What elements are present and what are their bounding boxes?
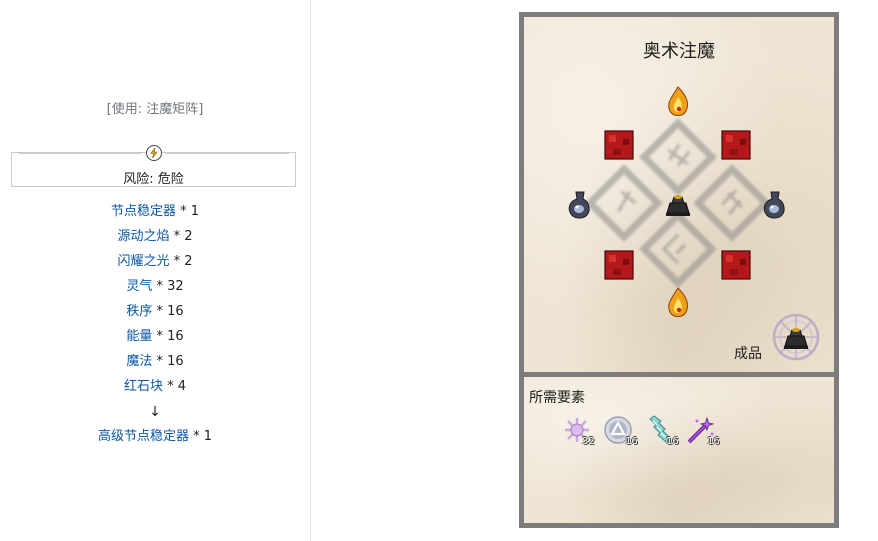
redstone-block-icon — [604, 130, 634, 160]
infusion-panel: 奥术注魔 成品 所需要素 32 16 16 16 — [519, 12, 839, 528]
ingredient-link[interactable]: 灵气 — [126, 279, 152, 294]
ingredient-qty: * 4 — [167, 379, 187, 394]
lightning-icon — [146, 145, 162, 161]
node-stabilizer-icon — [666, 195, 690, 216]
ingredient-qty: * 16 — [156, 304, 184, 319]
ingredient-link[interactable]: 秩序 — [126, 304, 152, 319]
ingredient-link[interactable]: 能量 — [126, 329, 152, 344]
aspect-count: 32 — [582, 436, 595, 447]
aspect-count: 16 — [707, 436, 720, 447]
list-item: 灵气 * 32 — [0, 277, 310, 302]
primordial-flame-icon — [668, 86, 689, 116]
column-divider — [310, 0, 311, 541]
aspects-board: 所需要素 32 16 16 16 — [524, 377, 834, 523]
list-item: 红石块 * 4 — [0, 377, 310, 402]
ingredient-list: 节点稳定器 * 1 源动之焰 * 2 闪耀之光 * 2 灵气 * 32 秩序 *… — [0, 202, 310, 452]
output-link[interactable]: 高级节点稳定器 — [98, 429, 189, 444]
ingredient-qty: * 2 — [173, 254, 193, 269]
redstone-block-icon — [604, 250, 634, 280]
recipe-board: 奥术注魔 成品 — [524, 17, 834, 372]
list-item: 源动之焰 * 2 — [0, 227, 310, 252]
rune-tile — [693, 164, 771, 242]
magic-aspect-icon[interactable]: 16 — [685, 415, 720, 447]
glowing-light-icon — [568, 191, 590, 219]
ingredient-link[interactable]: 魔法 — [126, 354, 152, 369]
divider — [165, 153, 289, 154]
usage-label: [使用: 注魔矩阵] — [106, 102, 204, 117]
risk-box: 风险: 危险 — [11, 145, 296, 187]
infusion-layout — [568, 86, 820, 361]
glowing-light-icon — [763, 191, 785, 219]
list-item: 魔法 * 16 — [0, 352, 310, 377]
output-item: 高级节点稳定器 * 1 — [0, 427, 310, 452]
aspect-count: 16 — [666, 436, 679, 447]
down-arrow-icon: ↓ — [149, 404, 161, 420]
ingredient-link[interactable]: 红石块 — [124, 379, 163, 394]
energy-aspect-icon[interactable]: 16 — [644, 415, 679, 447]
ingredient-qty: * 2 — [173, 229, 193, 244]
list-item: 节点稳定器 * 1 — [0, 202, 310, 227]
primordial-flame-icon — [668, 287, 689, 317]
ingredient-link[interactable]: 闪耀之光 — [117, 254, 169, 269]
divider — [18, 153, 142, 154]
order-aspect-icon[interactable]: 16 — [603, 415, 638, 447]
ingredient-qty: * 16 — [156, 329, 184, 344]
aura-aspect-icon[interactable]: 32 — [562, 415, 595, 447]
rune-tile — [585, 164, 663, 242]
aspect-count: 16 — [625, 436, 638, 447]
list-item: 能量 * 16 — [0, 327, 310, 352]
list-item: 闪耀之光 * 2 — [0, 252, 310, 277]
result-label: 成品 — [734, 346, 762, 362]
risk-label: 风险: 危险 — [123, 172, 184, 187]
ingredient-link[interactable]: 节点稳定器 — [111, 204, 176, 219]
result-stabilizer-icon — [772, 313, 820, 361]
ingredient-qty: * 32 — [156, 279, 184, 294]
list-item: 秩序 * 16 — [0, 302, 310, 327]
redstone-block-icon — [721, 250, 751, 280]
redstone-block-icon — [721, 130, 751, 160]
ingredient-qty: * 16 — [156, 354, 184, 369]
ingredient-qty: * 1 — [180, 204, 200, 219]
ingredient-link[interactable]: 源动之焰 — [117, 229, 169, 244]
aspects-heading: 所需要素 — [529, 390, 585, 406]
rune-tile — [639, 118, 717, 196]
rune-tile — [639, 210, 717, 288]
output-qty: * 1 — [193, 429, 213, 444]
